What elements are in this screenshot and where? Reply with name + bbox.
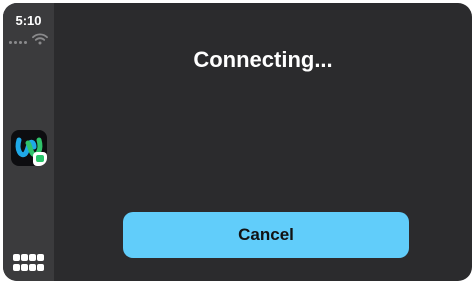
- app-grid-icon[interactable]: [11, 252, 47, 274]
- cancel-button[interactable]: Cancel: [123, 212, 409, 258]
- status-time: 5:10: [15, 13, 42, 28]
- status-indicators: [9, 33, 51, 47]
- connecting-title: Connecting...: [193, 47, 333, 72]
- cellular-dots-icon: [9, 41, 27, 44]
- webex-app-icon[interactable]: [11, 130, 47, 166]
- carplay-screen: 5:10 Connecting... Cancel: [3, 3, 472, 281]
- app-badge-icon: [33, 152, 47, 166]
- main-panel: Connecting... Cancel: [54, 3, 472, 281]
- wifi-icon: [32, 33, 48, 45]
- sidebar: 5:10: [3, 3, 54, 281]
